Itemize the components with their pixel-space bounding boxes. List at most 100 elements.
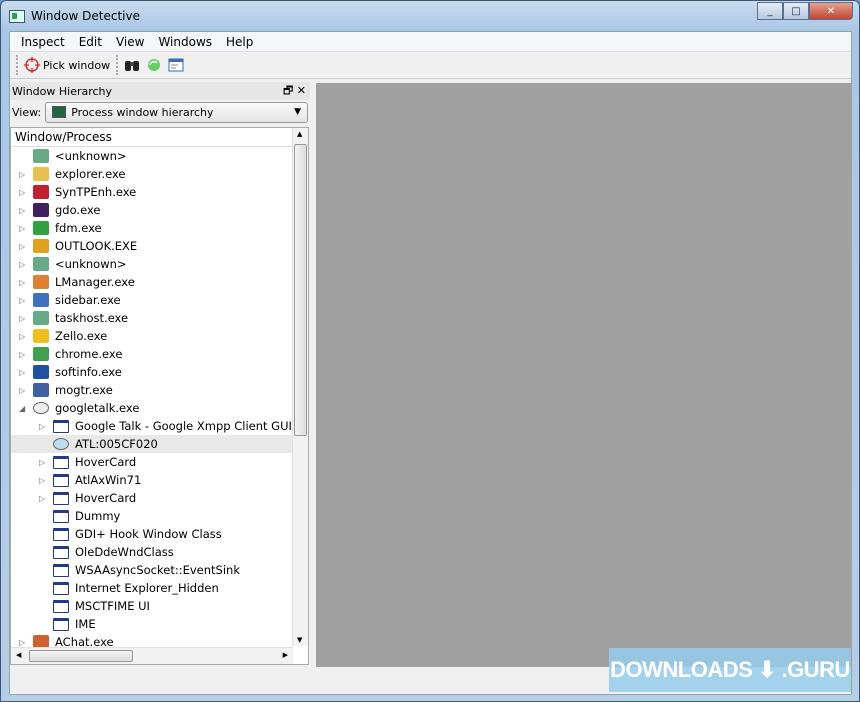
column-header[interactable]: Window/Process [11, 128, 308, 147]
fdm-icon [33, 221, 49, 235]
tree-item[interactable]: ▷ SynTPEnh.exe [11, 183, 308, 201]
tree-item[interactable]: Internet Explorer_Hidden [11, 579, 308, 597]
binoculars-icon[interactable] [124, 57, 140, 73]
tree-item[interactable]: ▷ HoverCard [11, 453, 308, 471]
tree-item[interactable]: Dummy [11, 507, 308, 525]
tree-item-label: gdo.exe [55, 203, 101, 217]
expand-arrow-icon[interactable]: ▷ [19, 332, 29, 341]
tree-item-label: HoverCard [75, 455, 137, 469]
tree-item-label: <unknown> [55, 257, 127, 271]
horizontal-scrollbar[interactable]: ◀ ▶ [11, 647, 293, 664]
expand-arrow-icon[interactable]: ▷ [19, 368, 29, 377]
dock-title: Window Hierarchy [12, 84, 113, 98]
tree-item[interactable]: ▷ AtlAxWin71 [11, 471, 308, 489]
toolbar-grip[interactable] [16, 55, 18, 75]
menu-view[interactable]: View [109, 35, 151, 49]
h-scroll-thumb[interactable] [29, 650, 133, 662]
tree-item[interactable]: ATL:005CF020 [11, 435, 308, 453]
close-button[interactable]: ✕ [809, 2, 853, 20]
expand-arrow-icon[interactable]: ▷ [19, 170, 29, 179]
tree-item-label: explorer.exe [55, 167, 126, 181]
expand-arrow-icon[interactable]: ▷ [19, 386, 29, 395]
window-app-icon [33, 149, 49, 163]
float-icon[interactable]: 🗗 [283, 84, 293, 97]
expand-arrow-icon[interactable]: ▷ [19, 296, 29, 305]
tree-item[interactable]: ▷ taskhost.exe [11, 309, 308, 327]
refresh-icon[interactable] [146, 57, 162, 73]
tree-item[interactable]: ▷ gdo.exe [11, 201, 308, 219]
menu-inspect[interactable]: Inspect [14, 35, 72, 49]
minimize-button[interactable]: _ [757, 2, 783, 20]
collapse-arrow-icon[interactable]: ◢ [19, 404, 29, 413]
sidebar-icon [33, 293, 49, 307]
window-icon [53, 581, 69, 595]
window-icon [53, 527, 69, 541]
tree-item[interactable]: OleDdeWndClass [11, 543, 308, 561]
window-app-icon [33, 257, 49, 271]
expand-arrow-icon[interactable]: ▷ [39, 458, 49, 467]
expand-arrow-icon[interactable]: ▷ [39, 422, 49, 431]
tree-item[interactable]: ▷ explorer.exe [11, 165, 308, 183]
expand-arrow-icon[interactable]: ▷ [19, 206, 29, 215]
tree-item[interactable]: GDI+ Hook Window Class [11, 525, 308, 543]
tree-item-label: OleDdeWndClass [75, 545, 174, 559]
terminal-icon [52, 106, 67, 118]
speech-bubble-icon [33, 402, 49, 414]
tree-item[interactable]: ▷ sidebar.exe [11, 291, 308, 309]
expand-arrow-icon[interactable]: ▷ [19, 278, 29, 287]
window-icon [53, 599, 69, 613]
synaptics-icon [33, 185, 49, 199]
tree-item[interactable]: ▷ OUTLOOK.EXE [11, 237, 308, 255]
expand-arrow-icon[interactable]: ▷ [39, 494, 49, 503]
expand-arrow-icon[interactable]: ▷ [39, 476, 49, 485]
tree-item-label: fdm.exe [55, 221, 102, 235]
tree-item[interactable]: ▷ mogtr.exe [11, 381, 308, 399]
window-icon [53, 419, 69, 433]
main-area [316, 83, 852, 667]
tree-item-label: IME [75, 617, 96, 631]
scroll-thumb[interactable] [294, 144, 307, 436]
expand-arrow-icon[interactable]: ▷ [19, 314, 29, 323]
tree-item[interactable]: MSCTFIME UI [11, 597, 308, 615]
tree-item-label: AtlAxWin71 [75, 473, 142, 487]
dock-close-icon[interactable]: ✕ [297, 84, 306, 97]
tree-item[interactable]: ▷ HoverCard [11, 489, 308, 507]
tree-item[interactable]: <unknown> [11, 147, 308, 165]
tree-item[interactable]: ▷ chrome.exe [11, 345, 308, 363]
expand-arrow-icon[interactable]: ▷ [19, 188, 29, 197]
expand-arrow-icon[interactable]: ▷ [19, 242, 29, 251]
menu-help[interactable]: Help [219, 35, 260, 49]
window-icon [53, 545, 69, 559]
menu-edit[interactable]: Edit [72, 35, 109, 49]
maximize-button[interactable]: □ [783, 2, 809, 20]
tree-item-label: Dummy [75, 509, 121, 523]
tree-item-label: taskhost.exe [55, 311, 129, 325]
toolbar-separator [116, 55, 119, 75]
tree-item-label: Google Talk - Google Xmpp Client GUI Wi.… [75, 419, 309, 433]
tree-item[interactable]: ▷ softinfo.exe [11, 363, 308, 381]
tree-item[interactable]: WSAAsyncSocket::EventSink [11, 561, 308, 579]
vertical-scrollbar[interactable]: ▲ ▼ [292, 128, 308, 646]
app-icon [9, 9, 25, 23]
edit-properties-icon[interactable] [168, 57, 184, 73]
tree-item[interactable]: ▷ Google Talk - Google Xmpp Client GUI Wi… [11, 417, 308, 435]
expand-arrow-icon[interactable]: ▷ [19, 260, 29, 269]
tree-item[interactable]: IME [11, 615, 308, 633]
tree-item[interactable]: ▷ Zello.exe [11, 327, 308, 345]
window-app-icon [33, 311, 49, 325]
toolbar: Pick window [10, 52, 851, 79]
tree-item[interactable]: ▷ fdm.exe [11, 219, 308, 237]
expand-arrow-icon[interactable]: ▷ [19, 350, 29, 359]
tree-item[interactable]: ▷ <unknown> [11, 255, 308, 273]
tree-item-label: Zello.exe [55, 329, 108, 343]
expand-arrow-icon[interactable]: ▷ [19, 638, 29, 647]
view-select[interactable]: Process window hierarchy ▼ [45, 101, 308, 123]
mo-icon [33, 383, 49, 397]
pick-window-button[interactable]: Pick window [24, 57, 110, 73]
expand-arrow-icon[interactable]: ▷ [19, 224, 29, 233]
menu-windows[interactable]: Windows [151, 35, 219, 49]
app-window: Window Detective _ □ ✕ Inspect Edit View… [0, 0, 860, 702]
tree-item[interactable]: ▷ LManager.exe [11, 273, 308, 291]
hierarchy-tree[interactable]: Window/Process <unknown> ▷ explorer.exe ▷ Sy… [10, 127, 309, 665]
tree-item[interactable]: ◢ googletalk.exe [11, 399, 308, 417]
